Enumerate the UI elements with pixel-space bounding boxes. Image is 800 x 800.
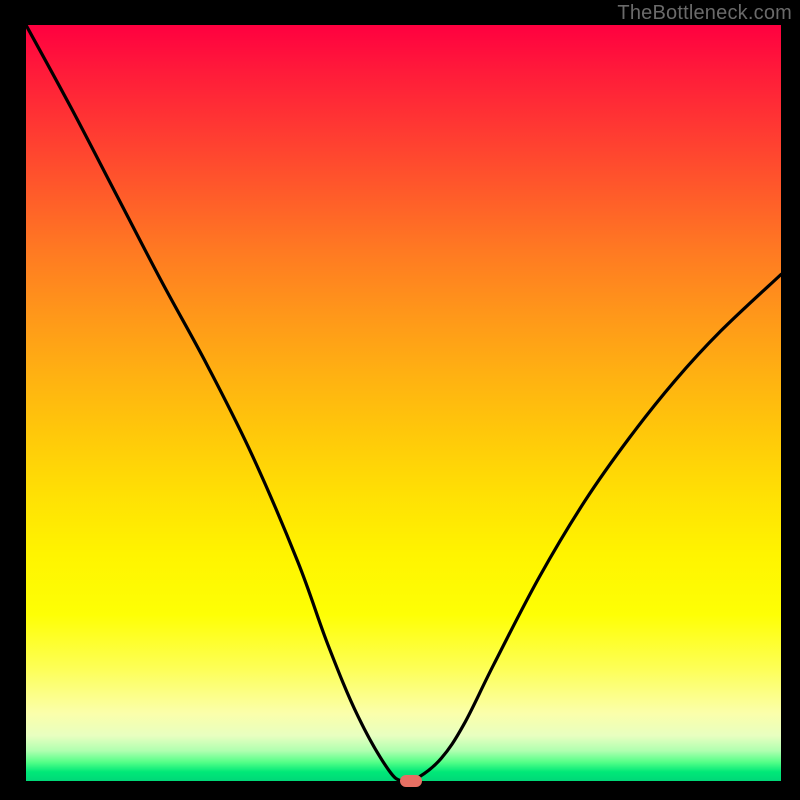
bottleneck-curve [26,25,781,781]
chart-stage: TheBottleneck.com [0,0,800,800]
plot-area [26,25,781,781]
curve-layer [26,25,781,781]
watermark-text: TheBottleneck.com [617,2,792,25]
optimal-marker [400,775,422,787]
